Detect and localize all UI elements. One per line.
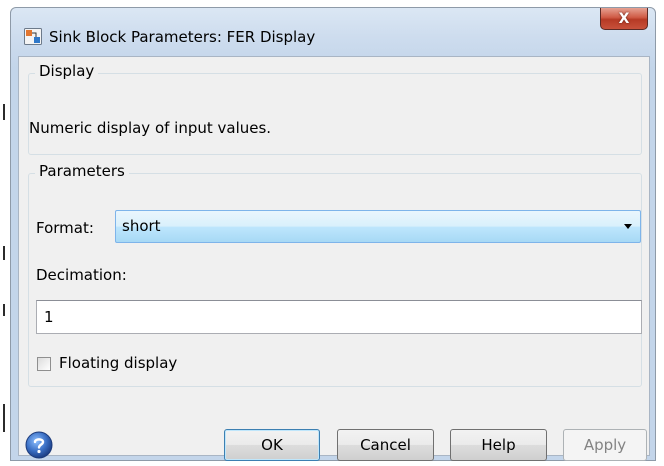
close-button[interactable]: X <box>600 8 648 30</box>
help-icon[interactable] <box>25 431 53 459</box>
desktop-edge-mark <box>3 404 5 432</box>
desktop-edge-mark <box>3 104 5 120</box>
desktop-background <box>0 0 10 466</box>
title-bar[interactable]: Sink Block Parameters: FER Display X <box>11 8 655 56</box>
help-button[interactable]: Help <box>450 429 547 461</box>
simulink-block-icon <box>24 28 42 45</box>
desktop-edge-mark <box>3 304 5 316</box>
cancel-button[interactable]: Cancel <box>337 429 434 461</box>
chevron-down-icon <box>624 224 632 229</box>
decimation-label: Decimation: <box>36 266 127 284</box>
dialog-body: Display Numeric display of input values.… <box>18 56 650 461</box>
format-select[interactable]: short <box>115 210 641 243</box>
display-group: Display <box>28 62 642 155</box>
close-icon: X <box>618 10 630 27</box>
block-parameters-dialog: Sink Block Parameters: FER Display X Dis… <box>10 7 656 461</box>
ok-button[interactable]: OK <box>224 429 320 461</box>
block-description: Numeric display of input values. <box>29 119 272 137</box>
decimation-input[interactable]: 1 <box>36 300 642 334</box>
display-group-title: Display <box>35 62 99 80</box>
apply-button[interactable]: Apply <box>563 429 647 461</box>
window-title: Sink Block Parameters: FER Display <box>49 28 316 46</box>
parameters-group-title: Parameters <box>35 162 129 180</box>
floating-display-checkbox[interactable] <box>37 357 51 371</box>
floating-display-label[interactable]: Floating display <box>59 354 177 372</box>
desktop-edge-mark <box>3 246 5 260</box>
format-selected-value: short <box>122 217 161 235</box>
format-label: Format: <box>36 219 94 237</box>
